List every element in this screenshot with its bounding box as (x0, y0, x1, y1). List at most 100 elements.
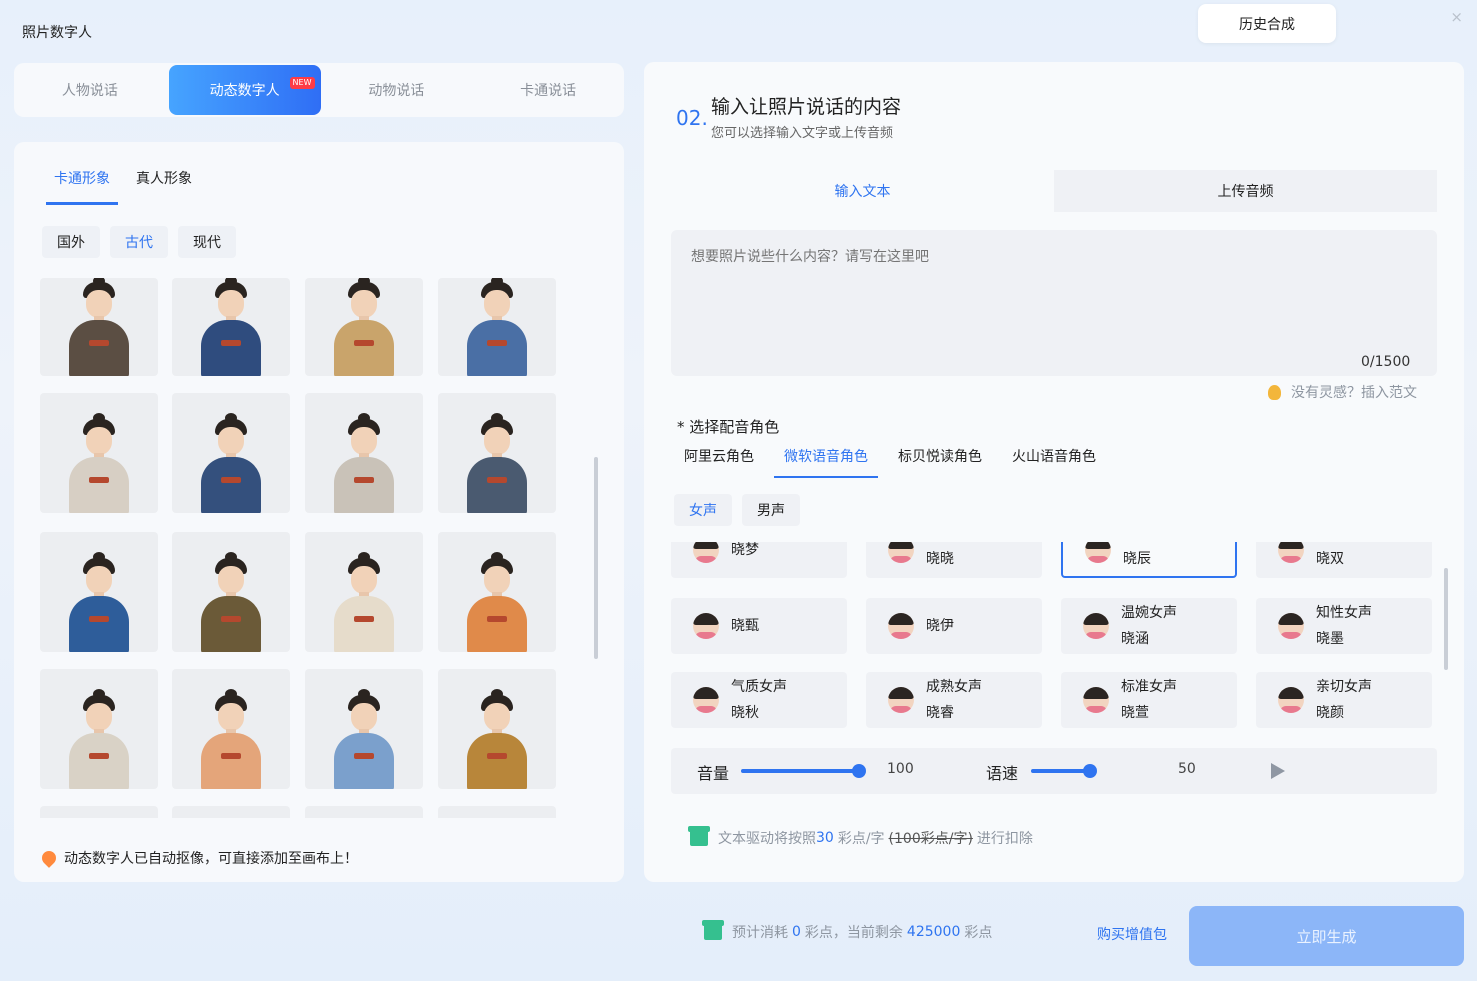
avatar-card[interactable] (40, 532, 158, 652)
avatar-card[interactable] (305, 806, 423, 818)
avatar-grid (40, 278, 560, 818)
gift-icon (702, 920, 724, 940)
voice-grid: 晓梦 晓晓 晓辰 晓双 晓甄 晓伊 温婉女声 晓涵 知性女声 晓墨 气质女声晓秋 成… (671, 542, 1439, 736)
rule-suffix: 进行扣除 (976, 831, 1033, 847)
tab-dynamic-avatar[interactable]: 动态数字人 NEW (168, 65, 321, 115)
vendor-volcano[interactable]: 火山语音角色 (1002, 446, 1106, 478)
tip-text: 动态数字人已自动抠像，可直接添加至画布上！ (64, 851, 358, 867)
era-modern[interactable]: 现代 (178, 226, 236, 258)
volume-slider[interactable] (741, 748, 866, 794)
avatar-card[interactable] (172, 532, 290, 652)
voice-type: 气质女声 (731, 679, 787, 695)
speech-text-input[interactable] (671, 230, 1437, 376)
voice-card[interactable]: 温婉女声 晓涵 (1061, 598, 1237, 654)
step-title: 输入让照片说话的内容 (711, 96, 902, 118)
avatar-figure (457, 278, 537, 376)
voice-card[interactable]: 晓梦 (671, 542, 847, 578)
new-badge: NEW (289, 77, 315, 89)
play-icon[interactable] (1271, 763, 1285, 779)
voice-name: 晓墨 (1316, 631, 1344, 647)
voice-avatar (1083, 687, 1109, 713)
voice-card[interactable]: 气质女声 晓秋 (671, 672, 847, 728)
voice-card[interactable]: 亲切女声 晓颜 (1256, 672, 1432, 728)
voice-card[interactable]: 知性女声 晓墨 (1256, 598, 1432, 654)
avatar-card[interactable] (172, 806, 290, 818)
tab-animal-talk[interactable]: 动物说话 (321, 65, 473, 115)
avatar-figure (457, 413, 537, 513)
avatar-card[interactable] (172, 669, 290, 789)
era-foreign[interactable]: 国外 (42, 226, 100, 258)
voice-avatar (1083, 613, 1109, 639)
avatar-card[interactable] (305, 669, 423, 789)
close-icon[interactable]: × (1450, 8, 1463, 26)
avatar-card[interactable] (172, 278, 290, 376)
avatar-figure (457, 552, 537, 652)
voice-card[interactable]: 晓双 (1256, 542, 1432, 578)
generate-button[interactable]: 立即生成 (1189, 906, 1464, 966)
volume-knob[interactable] (852, 764, 866, 778)
avatar-figure (457, 689, 537, 789)
avatar-card[interactable] (438, 669, 556, 789)
content-panel: 02. 输入让照片说话的内容 您可以选择输入文字或上传音频 输入文本 上传音频 … (644, 62, 1464, 882)
speed-knob[interactable] (1083, 764, 1097, 778)
speed-slider[interactable] (1031, 748, 1149, 794)
char-counter: 0/1500 (1361, 354, 1411, 370)
voice-vendor-tabs: 阿里云角色 微软语音角色 标贝悦读角色 火山语音角色 (674, 446, 1116, 478)
avatar-card[interactable] (438, 532, 556, 652)
buy-package-link[interactable]: 购买增值包 (1097, 924, 1167, 944)
avatar-figure (59, 278, 139, 376)
avatar-figure (191, 278, 271, 376)
vendor-aliyun[interactable]: 阿里云角色 (674, 446, 764, 478)
avatar-card[interactable] (438, 806, 556, 818)
lightbulb-icon (1268, 384, 1281, 400)
vendor-biaobei[interactable]: 标贝悦读角色 (888, 446, 992, 478)
avatar-card[interactable] (305, 393, 423, 513)
voice-name: 晓睿 (926, 705, 954, 721)
history-button[interactable]: 历史合成 (1198, 4, 1336, 43)
avatar-card[interactable] (305, 532, 423, 652)
voice-card[interactable]: 晓伊 (866, 598, 1042, 654)
avatar-figure (324, 689, 404, 789)
estimate-suffix: 彩点 (964, 925, 993, 941)
main-tabbar: 人物说话 动态数字人 NEW 动物说话 卡通说话 (14, 63, 624, 117)
gender-male[interactable]: 男声 (742, 494, 800, 526)
avatar-card[interactable] (438, 278, 556, 376)
tab-cartoon-avatar[interactable]: 卡通形象 (46, 165, 118, 205)
tab-person-talk[interactable]: 人物说话 (14, 65, 166, 115)
voice-card[interactable]: 晓晓 (866, 542, 1042, 578)
avatar-card[interactable] (305, 278, 423, 376)
voice-card-selected[interactable]: 晓辰 (1061, 542, 1237, 578)
avatar-card[interactable] (40, 669, 158, 789)
rule-prefix: 文本驱动将按照 (718, 831, 816, 847)
speed-track (1031, 769, 1090, 773)
insert-sample-link[interactable]: 没有灵感？插入范文 (1268, 382, 1417, 402)
avatar-figure (191, 413, 271, 513)
avatar-scrollbar[interactable] (594, 457, 598, 659)
voice-card[interactable]: 标准女声 晓萱 (1061, 672, 1237, 728)
tab-cartoon-talk[interactable]: 卡通说话 (472, 65, 624, 115)
tab-upload-audio[interactable]: 上传音频 (1054, 170, 1437, 212)
gender-female[interactable]: 女声 (674, 494, 732, 526)
voice-card[interactable]: 成熟女声 晓睿 (866, 672, 1042, 728)
voice-scrollbar[interactable] (1444, 568, 1448, 670)
billing-rule: 文本驱动将按照 30 彩点/字 (100彩点/字) 进行扣除 (688, 826, 1033, 848)
voice-avatar (1085, 542, 1111, 563)
avatar-card[interactable] (40, 393, 158, 513)
tab-real-avatar[interactable]: 真人形象 (128, 165, 200, 205)
voice-name: 晓涵 (1121, 631, 1149, 647)
avatar-card[interactable] (40, 806, 158, 818)
volume-track (741, 769, 859, 773)
avatar-type-tabs: 卡通形象 真人形象 (46, 165, 210, 205)
speed-label: 语速 (986, 764, 1019, 783)
era-filters: 国外 古代 现代 (42, 226, 236, 258)
vendor-microsoft[interactable]: 微软语音角色 (774, 446, 878, 478)
era-ancient[interactable]: 古代 (110, 226, 168, 258)
voice-name: 晓秋 (731, 705, 759, 721)
voice-avatar (1278, 687, 1304, 713)
tab-input-text[interactable]: 输入文本 (671, 170, 1054, 212)
avatar-card[interactable] (40, 278, 158, 376)
voice-card[interactable]: 晓甄 (671, 598, 847, 654)
gender-filters: 女声 男声 (674, 494, 800, 526)
avatar-card[interactable] (438, 393, 556, 513)
avatar-card[interactable] (172, 393, 290, 513)
